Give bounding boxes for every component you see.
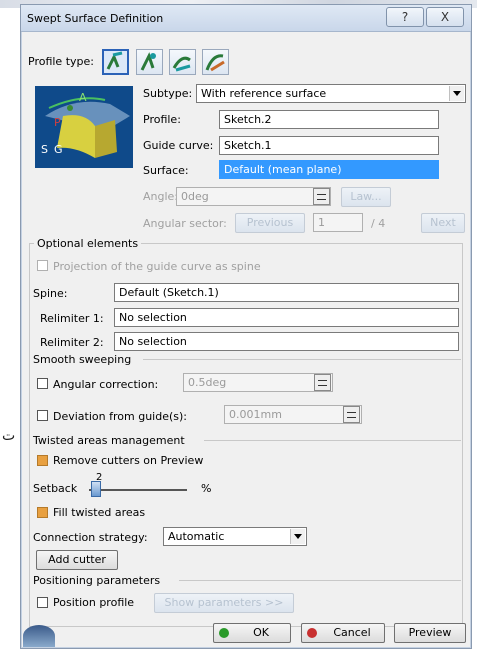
positioning-divider: [179, 580, 461, 581]
profile-type-label: Profile type:: [28, 55, 94, 68]
circle-profile-icon[interactable]: [136, 49, 163, 75]
preview-label-g: G: [54, 143, 63, 156]
surface-label: Surface:: [143, 164, 189, 177]
angular-correction-label: Angular correction:: [53, 378, 159, 391]
remove-cutters-label: Remove cutters on Preview: [53, 454, 204, 467]
decorative-logo: [23, 625, 55, 647]
guide-curve-label: Guide curve:: [143, 139, 214, 152]
positioning-title: Positioning parameters: [33, 574, 161, 587]
conic-profile-icon[interactable]: [169, 49, 196, 75]
fill-twisted-checkbox[interactable]: [37, 507, 48, 518]
smooth-sweeping-divider: [143, 359, 461, 360]
chevron-down-icon[interactable]: [290, 529, 305, 544]
cancel-label: Cancel: [333, 626, 371, 639]
preview-label-s: S: [41, 143, 48, 156]
ok-icon: [219, 628, 229, 638]
profile-label: Profile:: [143, 113, 181, 126]
optional-elements-title: Optional elements: [34, 237, 142, 250]
angular-sector-field[interactable]: 1: [313, 213, 363, 232]
cancel-button[interactable]: Cancel: [301, 623, 385, 643]
explicit-profile-icon[interactable]: [202, 49, 229, 75]
relimiter2-field[interactable]: No selection: [114, 332, 459, 351]
subtype-value: With reference surface: [201, 87, 327, 100]
next-button[interactable]: Next: [421, 213, 465, 233]
angular-correction-spinner[interactable]: [314, 374, 331, 391]
add-cutter-button[interactable]: Add cutter: [36, 550, 118, 570]
connection-strategy-label: Connection strategy:: [33, 531, 148, 544]
angular-sector-label: Angular sector:: [143, 217, 227, 230]
setback-unit: %: [201, 482, 212, 495]
cancel-icon: [307, 628, 317, 638]
help-button[interactable]: ?: [386, 7, 424, 27]
connection-strategy-select[interactable]: Automatic: [163, 527, 307, 546]
angle-label: Angle:: [143, 190, 179, 203]
chevron-down-icon[interactable]: [449, 86, 464, 101]
deviation-field[interactable]: 0.001mm: [224, 405, 362, 424]
connection-strategy-value: Automatic: [168, 530, 225, 543]
subtype-select[interactable]: With reference surface: [196, 84, 466, 103]
remove-cutters-checkbox[interactable]: [37, 455, 48, 466]
profile-field[interactable]: Sketch.2: [219, 110, 439, 129]
subtype-preview-image: A P S G: [35, 86, 133, 168]
ok-label: OK: [253, 626, 269, 639]
position-profile-checkbox[interactable]: [37, 597, 48, 608]
swept-surface-dialog: Swept Surface Definition ? X Profile typ…: [20, 4, 472, 649]
setback-label: Setback: [33, 482, 78, 495]
position-profile-label: Position profile: [53, 596, 135, 609]
preview-label-a: A: [79, 91, 87, 104]
relimiter1-field[interactable]: No selection: [114, 308, 459, 327]
deviation-label: Deviation from guide(s):: [53, 410, 187, 423]
background-glyph: ت: [2, 428, 16, 444]
relimiter2-label: Relimiter 2:: [40, 336, 104, 349]
line-profile-icon[interactable]: [102, 49, 129, 75]
setback-slider-thumb[interactable]: [91, 481, 101, 497]
preview-button[interactable]: Preview: [394, 623, 466, 643]
setback-slider-track: [89, 489, 187, 491]
angular-correction-checkbox[interactable]: [37, 378, 48, 389]
law-button[interactable]: Law...: [341, 187, 391, 207]
window-title: Swept Surface Definition: [27, 12, 164, 25]
guide-curve-field[interactable]: Sketch.1: [219, 136, 439, 155]
spine-field[interactable]: Default (Sketch.1): [114, 283, 459, 302]
projection-label: Projection of the guide curve as spine: [53, 260, 261, 273]
deviation-spinner[interactable]: [343, 406, 360, 423]
show-parameters-button[interactable]: Show parameters >>: [154, 593, 294, 613]
angular-sector-total: / 4: [371, 217, 386, 230]
twisted-areas-divider: [204, 440, 461, 441]
twisted-areas-title: Twisted areas management: [33, 434, 185, 447]
subtype-label: Subtype:: [143, 87, 193, 100]
angle-field[interactable]: 0deg: [176, 187, 331, 206]
preview-label-p: P: [54, 116, 61, 129]
surface-field[interactable]: Default (mean plane): [219, 160, 439, 179]
projection-checkbox[interactable]: [37, 260, 48, 271]
ok-button[interactable]: OK: [213, 623, 291, 643]
spine-label: Spine:: [33, 287, 68, 300]
title-bar: Swept Surface Definition ? X: [21, 5, 471, 32]
deviation-checkbox[interactable]: [37, 410, 48, 421]
fill-twisted-label: Fill twisted areas: [53, 506, 146, 519]
angle-spinner[interactable]: [313, 188, 330, 205]
previous-button[interactable]: Previous: [235, 213, 305, 233]
close-button[interactable]: X: [426, 7, 464, 27]
angular-correction-field[interactable]: 0.5deg: [183, 373, 333, 392]
smooth-sweeping-title: Smooth sweeping: [33, 353, 132, 366]
relimiter1-label: Relimiter 1:: [40, 312, 104, 325]
